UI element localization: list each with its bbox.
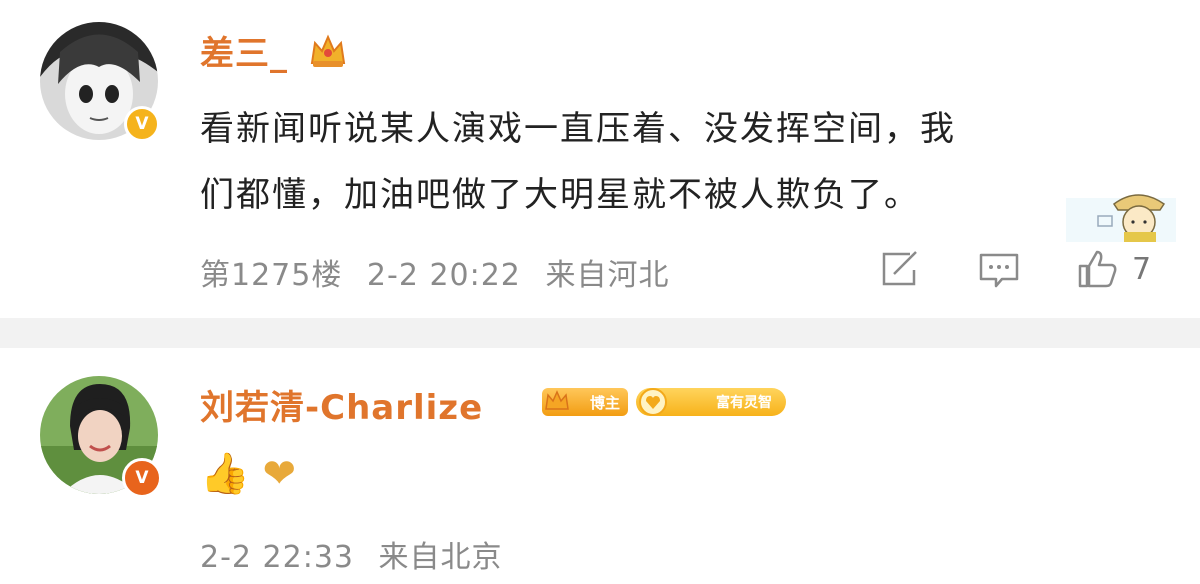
sticker-decoration: [1066, 178, 1176, 242]
timestamp: 2-2 22:33: [200, 540, 354, 575]
floor-number: 第1275楼: [200, 258, 343, 293]
fan-badge[interactable]: 富有灵智: [636, 388, 786, 416]
thumbs-up-icon: [1078, 250, 1117, 288]
comment-meta: 2-2 22:33 来自北京: [200, 532, 503, 576]
comment-text-line: 们都懂，加油吧做了大明星就不被人欺负了。: [200, 175, 920, 215]
avatar[interactable]: V: [40, 22, 160, 142]
reply-button[interactable]: [978, 252, 1020, 290]
verified-badge: V: [122, 458, 162, 498]
section-divider: [0, 318, 1200, 348]
username[interactable]: 差三_: [200, 26, 347, 78]
emoji-content: 👍 ❤: [200, 451, 297, 497]
avatar[interactable]: V: [40, 376, 162, 498]
heart-badge-icon: [639, 388, 667, 416]
comment-meta: 第1275楼 2-2 20:22 来自河北: [200, 250, 669, 294]
comment-text: 👍 ❤: [200, 450, 296, 497]
username-label: 差三_: [200, 34, 288, 74]
comment-text-line: 看新闻听说某人演戏一直压着、没发挥空间，我: [200, 109, 956, 149]
comment-item: V 刘若清-Charlize 博主 富有灵智 👍 ❤ 2-2 22:33 来自北…: [0, 348, 1200, 584]
blogger-badge[interactable]: 博主: [542, 388, 628, 416]
share-button[interactable]: [880, 250, 920, 288]
crown-icon: [545, 390, 569, 410]
timestamp: 2-2 20:22: [366, 258, 521, 293]
like-button[interactable]: 7: [1076, 248, 1151, 290]
share-icon: [882, 251, 917, 286]
username[interactable]: 刘若清-Charlize: [200, 380, 483, 429]
comment-item: V 差三_ 看新闻听说某人演戏一直压着、没发挥空间，我 们都懂，加油吧做了大明星…: [0, 0, 1200, 318]
blogger-badge-label: 博主: [589, 393, 620, 412]
username-label: 刘若清-Charlize: [200, 388, 484, 428]
verified-badge: V: [124, 106, 160, 142]
like-count: 7: [1132, 251, 1152, 287]
comment-text: 看新闻听说某人演戏一直压着、没发挥空间，我 们都懂，加油吧做了大明星就不被人欺负…: [200, 96, 1140, 228]
location: 来自河北: [545, 258, 670, 293]
crown-icon: [309, 33, 347, 78]
comment-icon: [979, 253, 1019, 288]
fan-badge-label: 富有灵智: [716, 395, 772, 411]
location: 来自北京: [378, 540, 503, 575]
